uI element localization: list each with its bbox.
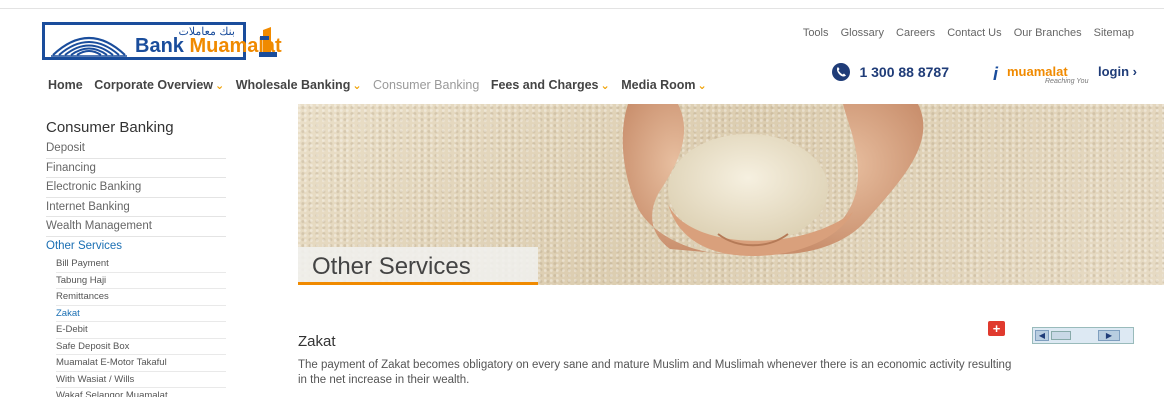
nav-media-room[interactable]: Media Room ⌄: [621, 78, 707, 92]
mosque-emblem-icon: [51, 36, 127, 57]
sidebar-item-electronic-banking[interactable]: Electronic Banking: [46, 178, 226, 198]
plus-icon: +: [992, 321, 1001, 336]
bank-muamalat-logo[interactable]: بنك معاملات Bank Muamalat: [42, 22, 282, 60]
careers-link[interactable]: Careers: [896, 27, 935, 39]
number-one-badge-icon: [259, 27, 277, 57]
hero-banner: Other Services: [298, 104, 1164, 285]
banner-caption: Other Services: [298, 247, 538, 285]
sidebar-subitem-wakaf-selangor[interactable]: Wakaf Selangor Muamalat: [56, 388, 226, 397]
phone-contact[interactable]: 1 300 88 8787: [832, 63, 949, 81]
sidebar: Consumer Banking Deposit Financing Elect…: [46, 118, 226, 397]
main-navigation: Home Corporate Overview ⌄ Wholesale Banki…: [48, 78, 715, 92]
arrow-right-icon: ▶: [1105, 331, 1113, 340]
sidebar-subitem-remittances[interactable]: Remittances: [56, 289, 226, 306]
nav-home[interactable]: Home: [48, 78, 83, 92]
arrow-left-icon: ◀: [1038, 331, 1046, 340]
imuamalat-text: muamalat: [1007, 64, 1068, 79]
banner-accent-line: [298, 282, 538, 285]
sitemap-link[interactable]: Sitemap: [1094, 27, 1134, 39]
imuamalat-tagline: Reaching You: [1045, 78, 1089, 85]
banner-caption-text: Other Services: [312, 253, 471, 280]
sidebar-subitem-safe-deposit-box[interactable]: Safe Deposit Box: [56, 339, 226, 355]
chevron-down-icon: ⌄: [600, 80, 610, 92]
sidebar-item-internet-banking[interactable]: Internet Banking: [46, 198, 226, 217]
sidebar-subitem-wasiat-wills[interactable]: With Wasiat / Wills: [56, 372, 226, 388]
scroll-right-button[interactable]: ▶: [1098, 330, 1120, 341]
chevron-down-icon: ⌄: [215, 80, 225, 92]
sidebar-subitem-e-debit[interactable]: E-Debit: [56, 322, 226, 339]
nav-fees-and-charges[interactable]: Fees and Charges ⌄: [491, 78, 610, 92]
page-title: Zakat: [298, 333, 336, 350]
scroll-left-button[interactable]: ◀: [1035, 330, 1049, 341]
sidebar-item-other-services[interactable]: Other Services: [46, 237, 226, 257]
sidebar-subitem-zakat[interactable]: Zakat: [56, 306, 226, 322]
sidebar-title: Consumer Banking: [46, 119, 174, 136]
page-description: The payment of Zakat becomes obligatory …: [298, 359, 1012, 386]
sidebar-subitem-bill-payment[interactable]: Bill Payment: [56, 256, 226, 273]
sidebar-item-financing[interactable]: Financing: [46, 159, 226, 178]
nav-consumer-banking[interactable]: Consumer Banking: [373, 78, 479, 92]
content-scroller[interactable]: ◀ ▶: [1032, 327, 1134, 344]
tools-link[interactable]: Tools: [803, 27, 829, 39]
imuamalat-logo[interactable]: i muamalat Reaching You: [993, 62, 1093, 88]
glossary-link[interactable]: Glossary: [841, 27, 884, 39]
top-divider: [0, 8, 1164, 9]
our-branches-link[interactable]: Our Branches: [1014, 27, 1082, 39]
chevron-down-icon: ⌄: [697, 80, 707, 92]
sidebar-subitem-e-motor-takaful[interactable]: Muamalat E-Motor Takaful: [56, 355, 226, 372]
imuamalat-i-icon: i: [993, 64, 999, 84]
scroll-thumb[interactable]: [1051, 331, 1071, 340]
arrow-right-icon: ›: [1132, 64, 1138, 79]
expand-plus-button[interactable]: +: [988, 321, 1005, 336]
contact-us-link[interactable]: Contact Us: [947, 27, 1001, 39]
phone-icon: [832, 63, 850, 81]
nav-corporate-overview[interactable]: Corporate Overview ⌄: [94, 78, 224, 92]
sidebar-item-wealth-management[interactable]: Wealth Management: [46, 217, 226, 237]
sidebar-item-deposit[interactable]: Deposit: [46, 139, 226, 159]
utility-links: Tools Glossary Careers Contact Us Our Br…: [794, 27, 1134, 39]
chevron-down-icon: ⌄: [352, 80, 362, 92]
phone-number: 1 300 88 8787: [859, 64, 949, 80]
nav-wholesale-banking[interactable]: Wholesale Banking ⌄: [236, 78, 362, 92]
sidebar-subitem-tabung-haji[interactable]: Tabung Haji: [56, 273, 226, 289]
login-link[interactable]: login ›: [1098, 64, 1137, 79]
